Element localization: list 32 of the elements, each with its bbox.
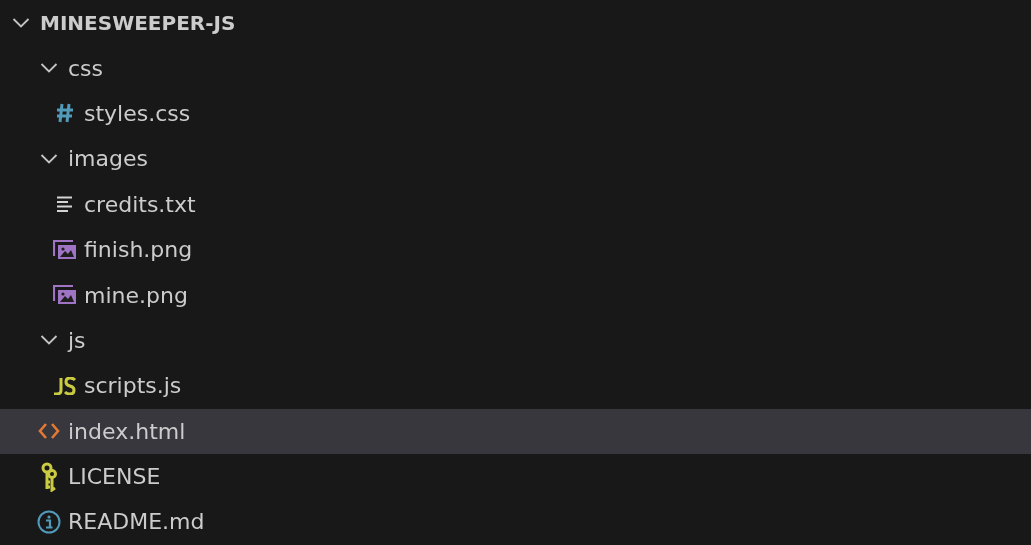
tree-item[interactable]: LICENSE: [0, 453, 1031, 500]
tree-item[interactable]: js: [0, 317, 1031, 364]
tree-item-label: css: [68, 55, 104, 81]
tree-item[interactable]: styles.css: [0, 90, 1031, 137]
tree-item-label: LICENSE: [68, 464, 161, 490]
tree-item[interactable]: README.md: [0, 499, 1031, 545]
tree-item[interactable]: index.html: [0, 408, 1031, 454]
tree-item-label: images: [68, 146, 148, 172]
tree-item[interactable]: MINESWEEPER-JS: [0, 0, 1031, 46]
tree-item[interactable]: images: [0, 136, 1031, 182]
keys-icon: [39, 461, 59, 492]
tree-item-label: styles.css: [84, 100, 191, 126]
hash-icon: [56, 103, 74, 124]
code-brackets-icon: [38, 422, 60, 441]
tree-item[interactable]: mine.png: [0, 272, 1031, 318]
tree-item-label: index.html: [68, 418, 186, 444]
tree-item-label: finish.png: [84, 237, 193, 263]
tree-item-label: js: [68, 327, 86, 353]
tree-item-label: credits.txt: [84, 191, 196, 217]
tree-item[interactable]: credits.txt: [0, 181, 1031, 227]
text-lines-icon: [57, 196, 73, 213]
tree-item[interactable]: scripts.js: [0, 363, 1031, 409]
image-icon: [53, 239, 77, 260]
tree-item[interactable]: css: [0, 45, 1031, 91]
tree-item-label: scripts.js: [84, 373, 182, 399]
image-icon: [53, 285, 77, 306]
tree-item-label: MINESWEEPER-JS: [40, 10, 236, 35]
tree-item-label: mine.png: [84, 282, 188, 308]
js-icon: [53, 376, 77, 395]
info-icon: [37, 510, 61, 534]
tree-item-label: README.md: [68, 509, 205, 535]
tree-item[interactable]: finish.png: [0, 226, 1031, 273]
